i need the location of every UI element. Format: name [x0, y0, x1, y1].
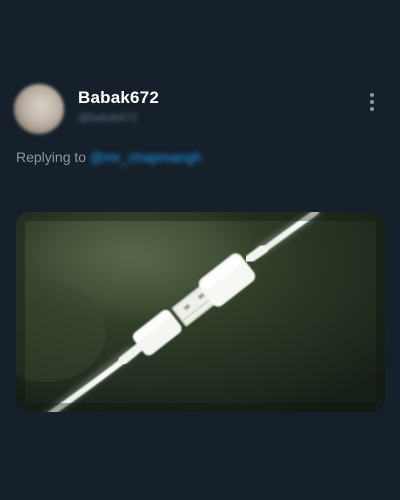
- more-vertical-icon: [370, 93, 374, 97]
- tweet-media-photo[interactable]: [16, 212, 385, 412]
- author-handle[interactable]: @babak672: [78, 112, 138, 124]
- replying-to-label: Replying to: [16, 149, 87, 165]
- avatar[interactable]: [14, 84, 64, 134]
- reply-mention-link[interactable]: @mr_chapmangh: [90, 149, 202, 165]
- tweet: Babak672 @babak672 Replying to @mr_chapma…: [0, 0, 400, 500]
- author-display-name[interactable]: Babak672: [78, 88, 159, 108]
- replying-to: Replying to @mr_chapmangh: [16, 149, 202, 165]
- usb-cable-photo: [16, 212, 385, 412]
- more-options-button[interactable]: [360, 90, 384, 114]
- more-vertical-icon-dot: [370, 107, 374, 111]
- more-vertical-icon-dot: [370, 100, 374, 104]
